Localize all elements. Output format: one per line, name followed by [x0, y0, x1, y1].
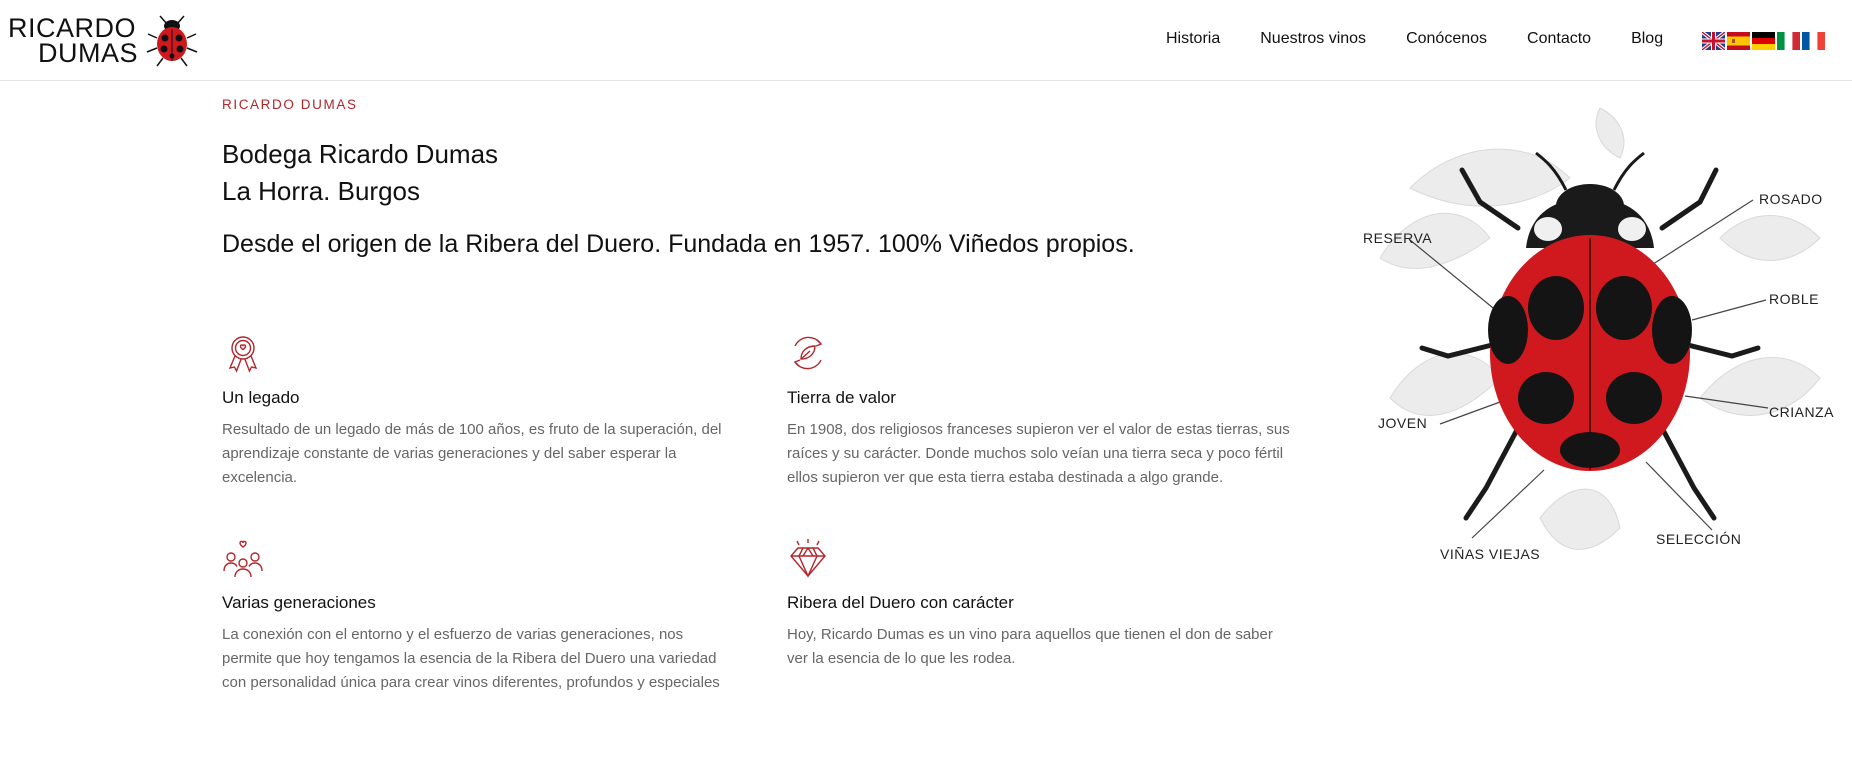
ladybug-logo-icon — [146, 15, 198, 67]
nav-item-conocenos[interactable]: Conócenos — [1406, 30, 1487, 48]
label-crianza: CRIANZA — [1769, 404, 1834, 420]
label-roble: ROBLE — [1769, 291, 1819, 307]
label-rosado: ROSADO — [1759, 191, 1823, 207]
people-heart-icon — [223, 540, 263, 578]
feature-title: Un legado — [222, 388, 300, 407]
italy-flag-icon[interactable] — [1777, 32, 1800, 50]
leaf-cycle-icon — [793, 336, 823, 370]
ladybug-illustration-icon — [1379, 107, 1821, 550]
feature-legado: Un legado Resultado de un legado de más … — [222, 332, 732, 490]
diamond-icon — [790, 539, 826, 578]
nav-item-nuestros-vinos[interactable]: Nuestros vinos — [1260, 30, 1366, 48]
feature-text: Hoy, Ricardo Dumas es un vino para aquel… — [787, 626, 1273, 667]
hero-eyebrow: RICARDO DUMAS — [222, 97, 358, 112]
label-seleccion: SELECCIÓN — [1656, 531, 1742, 547]
ladybug-illustration: RESERVA ROSADO ROBLE CRIANZA JOVEN VIÑAS… — [1340, 98, 1852, 608]
label-vinas-viejas: VIÑAS VIEJAS — [1440, 546, 1541, 562]
france-flag-icon[interactable] — [1802, 32, 1825, 50]
uk-flag-icon[interactable] — [1702, 32, 1725, 50]
feature-title: Ribera del Duero con carácter — [787, 593, 1014, 612]
title-line-2: La Horra. Burgos — [222, 176, 420, 206]
feature-title: Tierra de valor — [787, 388, 896, 407]
logo-wordmark: RICARDO DUMAS — [8, 13, 139, 68]
main-nav: Historia Nuestros vinos Conócenos Contac… — [1166, 30, 1703, 48]
feature-tierra: Tierra de valor En 1908, dos religiosos … — [787, 332, 1297, 490]
feature-text: La conexión con el entorno y el esfuerzo… — [222, 626, 720, 691]
label-joven: JOVEN — [1378, 415, 1428, 431]
nav-item-contacto[interactable]: Contacto — [1527, 30, 1591, 48]
title-line-1: Bodega Ricardo Dumas — [222, 139, 499, 169]
nav-item-historia[interactable]: Historia — [1166, 30, 1220, 48]
hero-tagline: Desde el origen de la Ribera del Duero. … — [222, 230, 1135, 258]
site-header: RICARDO DUMAS Historia Nuestros vinos Co… — [0, 0, 1852, 81]
feature-text: Resultado de un legado de más de 100 año… — [222, 421, 722, 486]
brand-logo[interactable]: RICARDO DUMAS — [8, 13, 198, 68]
germany-flag-icon[interactable] — [1752, 32, 1775, 50]
feature-generaciones: Varias generaciones La conexión con el e… — [222, 537, 732, 695]
feature-title: Varias generaciones — [222, 593, 376, 612]
label-reserva: RESERVA — [1363, 230, 1433, 246]
feature-caracter: Ribera del Duero con carácter Hoy, Ricar… — [787, 537, 1297, 671]
award-ribbon-icon — [228, 336, 258, 373]
page-title: Bodega Ricardo Dumas La Horra. Burgos — [222, 136, 498, 210]
feature-text: En 1908, dos religiosos franceses supier… — [787, 421, 1290, 486]
spain-flag-icon[interactable] — [1727, 32, 1750, 50]
language-switcher — [1702, 32, 1825, 50]
nav-item-blog[interactable]: Blog — [1631, 30, 1663, 48]
